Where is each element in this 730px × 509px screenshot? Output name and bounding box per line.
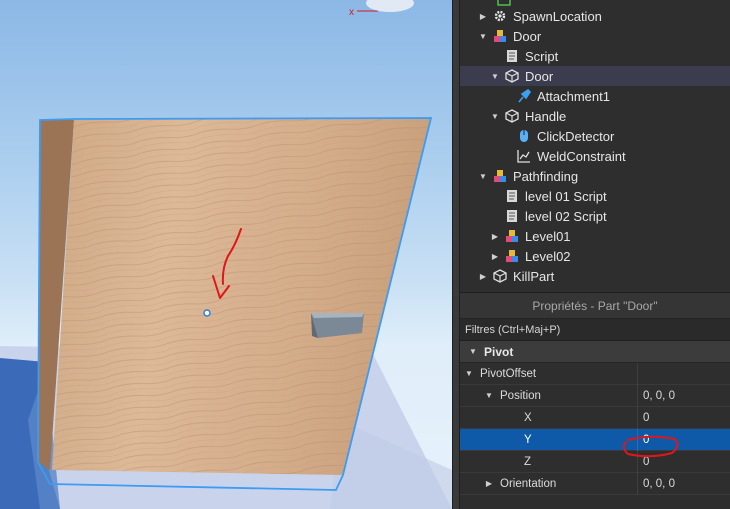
explorer-item-label: Script [525, 48, 559, 64]
script-icon [504, 188, 520, 204]
property-value[interactable]: 0 [638, 451, 730, 473]
explorer-item-clickdetector[interactable]: ClickDetector [460, 126, 730, 146]
explorer-item-killpart[interactable]: ▶ KillPart [460, 266, 730, 286]
explorer-item-label: SpawnLocation [513, 8, 602, 24]
explorer-item-label: Attachment1 [537, 88, 610, 104]
property-name: PivotOffset [480, 368, 537, 380]
collapse-arrow-icon[interactable]: ▼ [482, 385, 496, 407]
attachment-icon [516, 88, 532, 104]
axis-gizmo: x [349, 0, 414, 18]
explorer-panel: ▶ SpawnLocation ▼ Door Script ▼ Door Att… [460, 0, 730, 290]
expand-arrow-icon[interactable]: ▶ [490, 232, 500, 241]
explorer-item-script[interactable]: Script [460, 46, 730, 66]
explorer-item-label: Door [513, 28, 542, 44]
property-row-pivotoffset[interactable]: ▼ PivotOffset [460, 363, 730, 385]
property-row-orientation[interactable]: ▶ Orientation 0, 0, 0 [460, 473, 730, 495]
collapse-arrow-icon[interactable]: ▼ [462, 363, 476, 385]
svg-text:x: x [349, 7, 354, 18]
section-label: Pivot [484, 344, 514, 359]
property-name: Orientation [500, 478, 557, 490]
expand-arrow-icon[interactable]: ▶ [478, 272, 488, 281]
explorer-item-door-part[interactable]: ▼ Door [460, 66, 730, 86]
model-icon [492, 28, 508, 44]
explorer-item-pathfinding[interactable]: ▼ Pathfinding [460, 166, 730, 186]
properties-filter-input[interactable]: Filtres (Ctrl+Maj+P) [460, 319, 730, 341]
explorer-item-level01[interactable]: ▶ Level01 [460, 226, 730, 246]
property-value[interactable]: 0, 0, 0 [638, 385, 730, 407]
expand-arrow-icon[interactable]: ▶ [490, 252, 500, 261]
model-icon [504, 248, 520, 264]
explorer-item-level02[interactable]: ▶ Level02 [460, 246, 730, 266]
collapse-arrow-icon[interactable]: ▼ [490, 112, 500, 121]
explorer-item-level02-script[interactable]: level 02 Script [460, 206, 730, 226]
script-icon [504, 48, 520, 64]
properties-panel: Propriétés - Part "Door" Filtres (Ctrl+M… [460, 292, 730, 509]
explorer-item-label: WeldConstraint [537, 148, 626, 164]
expand-arrow-icon[interactable]: ▶ [482, 473, 496, 495]
script-icon [504, 208, 520, 224]
explorer-item-label: Door [525, 68, 554, 84]
property-row-z[interactable]: Z 0 [460, 451, 730, 473]
property-row-y[interactable]: Y 0 [460, 429, 730, 451]
expand-arrow-icon[interactable]: ▶ [478, 12, 488, 21]
property-value[interactable]: 0 [638, 407, 730, 429]
property-row-position[interactable]: ▼ Position 0, 0, 0 [460, 385, 730, 407]
explorer-item-label: Handle [525, 108, 567, 124]
part-icon [504, 68, 520, 84]
part-icon [504, 108, 520, 124]
property-name: Position [500, 390, 541, 402]
property-name: X [524, 412, 532, 424]
properties-title: Propriétés - Part "Door" [460, 293, 730, 319]
explorer-item-handle[interactable]: ▼ Handle [460, 106, 730, 126]
property-value[interactable] [638, 363, 730, 385]
3d-viewport[interactable]: x [0, 0, 452, 509]
explorer-item-label: level 01 Script [525, 188, 607, 204]
property-name: Z [524, 456, 532, 468]
explorer-item-label: ClickDetector [537, 128, 615, 144]
collapse-arrow-icon[interactable]: ▼ [478, 172, 488, 181]
collapse-arrow-icon[interactable]: ▼ [478, 32, 488, 41]
collapse-arrow-icon[interactable]: ▼ [490, 72, 500, 81]
explorer-item-label: level 02 Script [525, 208, 607, 224]
explorer-item-weldconstraint[interactable]: WeldConstraint [460, 146, 730, 166]
explorer-item-attachment1[interactable]: Attachment1 [460, 86, 730, 106]
property-row-x[interactable]: X 0 [460, 407, 730, 429]
property-value[interactable]: 0 [638, 429, 730, 451]
explorer-item-level01-script[interactable]: level 01 Script [460, 186, 730, 206]
model-icon [492, 168, 508, 184]
section-header-pivot[interactable]: ▼ Pivot [460, 341, 730, 363]
pivot-point-marker[interactable] [203, 309, 211, 317]
explorer-item-label: Level02 [525, 248, 571, 264]
click-detector-icon [516, 128, 532, 144]
model-icon [504, 228, 520, 244]
collapse-arrow-icon[interactable]: ▼ [466, 341, 480, 363]
panel-splitter[interactable] [452, 0, 460, 509]
explorer-item-label: Pathfinding [513, 168, 579, 184]
explorer-item-door-model[interactable]: ▼ Door [460, 26, 730, 46]
viewport-scene: x [0, 0, 452, 509]
weld-constraint-icon [516, 148, 532, 164]
property-name: Y [524, 434, 532, 446]
property-value[interactable]: 0, 0, 0 [638, 473, 730, 495]
explorer-item-spawnlocation[interactable]: ▶ SpawnLocation [460, 6, 730, 26]
spawn-gear-icon [492, 8, 508, 24]
explorer-item-label: KillPart [513, 268, 555, 284]
part-icon [492, 268, 508, 284]
explorer-item-label: Level01 [525, 228, 571, 244]
